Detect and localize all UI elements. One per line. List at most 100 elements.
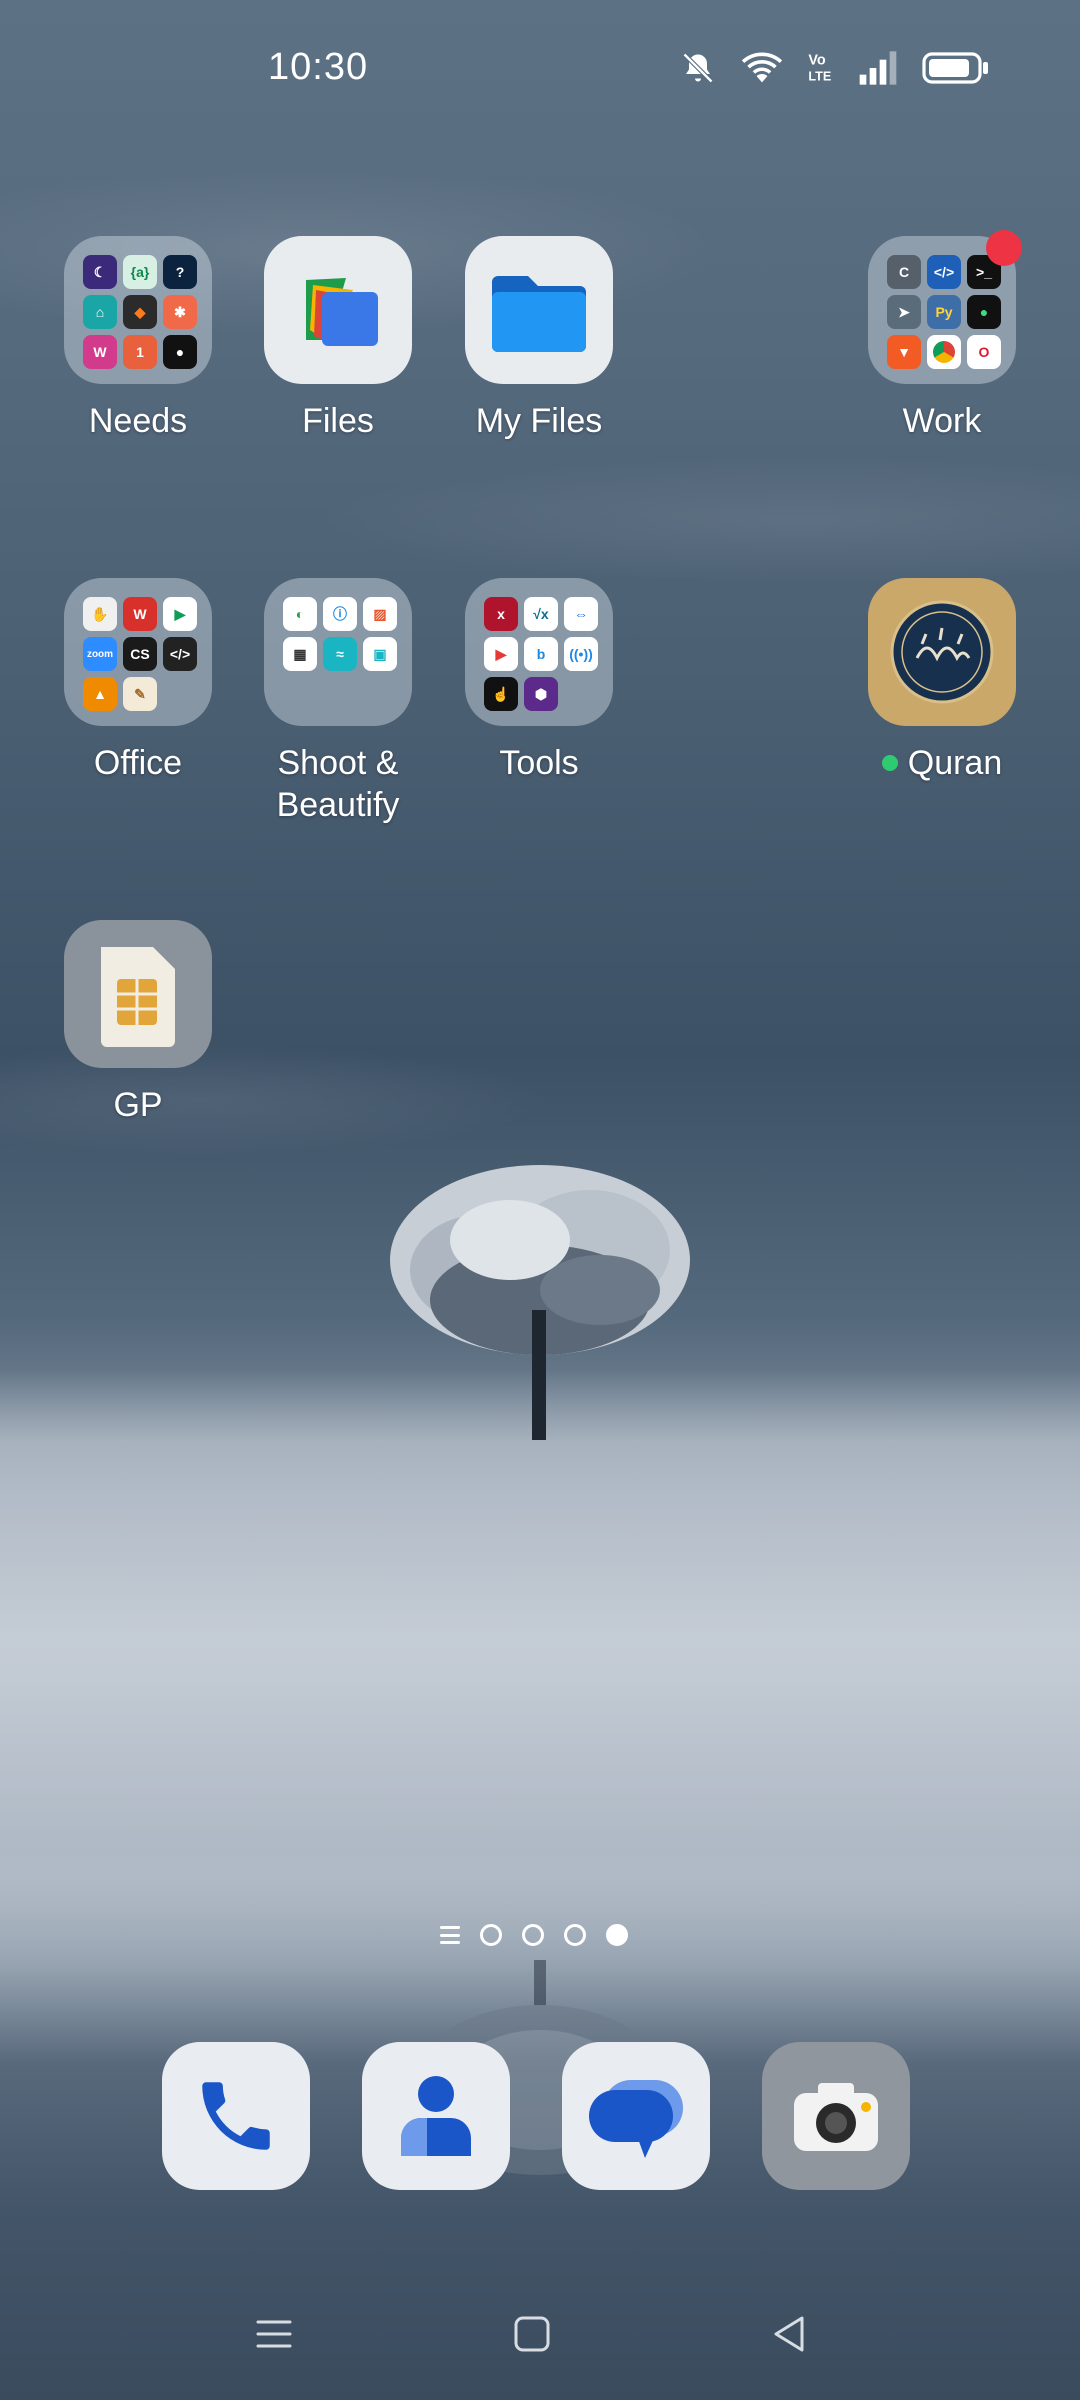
app-label: GP xyxy=(113,1086,163,1124)
dock-phone[interactable] xyxy=(162,2042,310,2190)
app-files-tile[interactable] xyxy=(264,236,412,384)
new-app-dot xyxy=(881,755,898,771)
battery-icon xyxy=(922,52,988,84)
code-icon: </> xyxy=(163,637,197,671)
chrome-icon xyxy=(927,335,961,369)
app-mini-icon: ● xyxy=(967,295,1001,329)
github-icon: ● xyxy=(163,335,197,369)
volte-icon: Vo LTE xyxy=(808,52,831,84)
app-files[interactable]: Files xyxy=(238,236,438,442)
svg-text:Vo: Vo xyxy=(808,52,826,68)
app-drawer-indicator-icon[interactable] xyxy=(440,1926,460,1944)
svg-text:LTE: LTE xyxy=(808,70,831,84)
zoom-icon: zoom xyxy=(83,637,117,671)
app-label: Work xyxy=(902,402,982,440)
folder-needs[interactable]: ☾ {a} ? ⌂ ◆ ✱ W 1 ● Needs xyxy=(38,236,238,442)
app-label: Quran xyxy=(842,742,1042,784)
opera-icon: O xyxy=(967,335,1001,369)
app-mini-icon: ▶ xyxy=(163,597,197,631)
contacts-icon xyxy=(401,2076,471,2156)
qr-icon: ▦ xyxy=(283,637,317,671)
clock: 10:30 xyxy=(268,46,369,88)
back-icon[interactable] xyxy=(770,2314,810,2354)
folder-office[interactable]: ✋ W ▶ zoom CS </> ▲ ✎ Office xyxy=(38,578,238,784)
notification-badge xyxy=(986,230,1022,266)
wps-icon: W xyxy=(123,597,157,631)
app-my-files[interactable]: My Files xyxy=(439,236,639,442)
phone-icon xyxy=(202,2082,270,2150)
app-mini-icon: ▶ xyxy=(484,637,518,671)
folder-tools-tile[interactable]: x √x ⇔ ▶ b ((•)) ☝ ⬢ xyxy=(465,578,613,726)
app-mini-icon: ◐ xyxy=(283,597,317,631)
app-mini-icon: ☾ xyxy=(83,255,117,289)
app-mini-icon: ✋ xyxy=(83,597,117,631)
folder-shoot-beautify-tile[interactable]: ◐ ⓘ ▨ ▦ ≈ ▣ xyxy=(264,578,412,726)
files-icon xyxy=(306,278,378,346)
wifi-icon xyxy=(741,52,783,83)
app-gp[interactable]: GP xyxy=(38,920,238,1126)
bing-icon: b xyxy=(524,637,558,671)
app-mini-icon: ◆ xyxy=(123,295,157,329)
app-label: Files xyxy=(302,402,374,440)
teamviewer-icon: ⇔ xyxy=(564,597,598,631)
app-mini-icon: {a} xyxy=(123,255,157,289)
navigation-bar xyxy=(0,2300,1080,2370)
app-mini-icon: 1 xyxy=(123,335,157,369)
brave-icon: ▼ xyxy=(887,335,921,369)
page-dot-active[interactable] xyxy=(606,1924,628,1946)
folder-needs-tile[interactable]: ☾ {a} ? ⌂ ◆ ✱ W 1 ● xyxy=(64,236,212,384)
dock-camera[interactable] xyxy=(762,2042,910,2190)
app-gp-tile[interactable] xyxy=(64,920,212,1068)
folder-office-tile[interactable]: ✋ W ▶ zoom CS </> ▲ ✎ xyxy=(64,578,212,726)
dock-messages[interactable] xyxy=(562,2042,710,2190)
folder-work-tile[interactable]: C </> >_ ➤ Py ● ▼ O xyxy=(868,230,1022,384)
dock-contacts[interactable] xyxy=(362,2042,510,2190)
app-mini-icon: ≈ xyxy=(323,637,357,671)
app-mini-icon: ✱ xyxy=(163,295,197,329)
app-mini-icon: W xyxy=(83,335,117,369)
page-indicator[interactable] xyxy=(440,1924,628,1946)
app-label: Tools xyxy=(499,744,579,782)
app-label: My Files xyxy=(475,402,603,440)
bell-muted-icon xyxy=(682,52,714,84)
folder-shoot-beautify[interactable]: ◐ ⓘ ▨ ▦ ≈ ▣ Shoot & Beautify xyxy=(238,578,438,826)
app-quran-tile[interactable] xyxy=(868,578,1016,726)
app-label: Shoot & Beautify xyxy=(276,744,400,824)
calculator-icon: √x xyxy=(524,597,558,631)
app-mini-icon: ((•)) xyxy=(564,637,598,671)
folder-tools[interactable]: x √x ⇔ ▶ b ((•)) ☝ ⬢ Tools xyxy=(439,578,639,784)
vlc-icon: ▲ xyxy=(83,677,117,711)
folder-work[interactable]: C </> >_ ➤ Py ● ▼ O Work xyxy=(842,230,1042,442)
app-mini-icon: </> xyxy=(927,255,961,289)
app-label: Needs xyxy=(88,402,188,440)
home-icon[interactable] xyxy=(512,2314,552,2354)
wallpaper-tree xyxy=(390,1165,690,1440)
status-bar: 10:30 Vo LTE xyxy=(0,0,1080,140)
status-icons: Vo LTE xyxy=(680,50,990,86)
folder-icon xyxy=(492,276,586,352)
app-mini-icon: ▣ xyxy=(363,637,397,671)
app-label-text: Quran xyxy=(907,744,1003,782)
app-mini-icon: ✎ xyxy=(123,677,157,711)
sim-card-icon xyxy=(101,947,175,1047)
telegram-icon: ➤ xyxy=(887,295,921,329)
app-mini-icon: x xyxy=(484,597,518,631)
app-mini-icon: ▨ xyxy=(363,597,397,631)
messages-icon xyxy=(589,2080,683,2158)
page-dot[interactable] xyxy=(480,1924,502,1946)
app-quran[interactable]: Quran xyxy=(842,578,1042,784)
app-label: Office xyxy=(93,744,183,782)
app-mini-icon: ⌂ xyxy=(83,295,117,329)
app-mini-icon: ⬢ xyxy=(524,677,558,711)
app-my-files-tile[interactable] xyxy=(465,236,613,384)
app-mini-icon: ☝ xyxy=(484,677,518,711)
camscanner-icon: CS xyxy=(123,637,157,671)
page-dot[interactable] xyxy=(564,1924,586,1946)
page-dot[interactable] xyxy=(522,1924,544,1946)
camera-icon xyxy=(794,2083,878,2151)
signal-icon xyxy=(859,51,897,85)
quran-icon xyxy=(890,600,994,704)
dock xyxy=(162,2042,910,2190)
wallpaper-field xyxy=(0,1370,1080,1970)
menu-icon[interactable] xyxy=(254,2314,294,2354)
